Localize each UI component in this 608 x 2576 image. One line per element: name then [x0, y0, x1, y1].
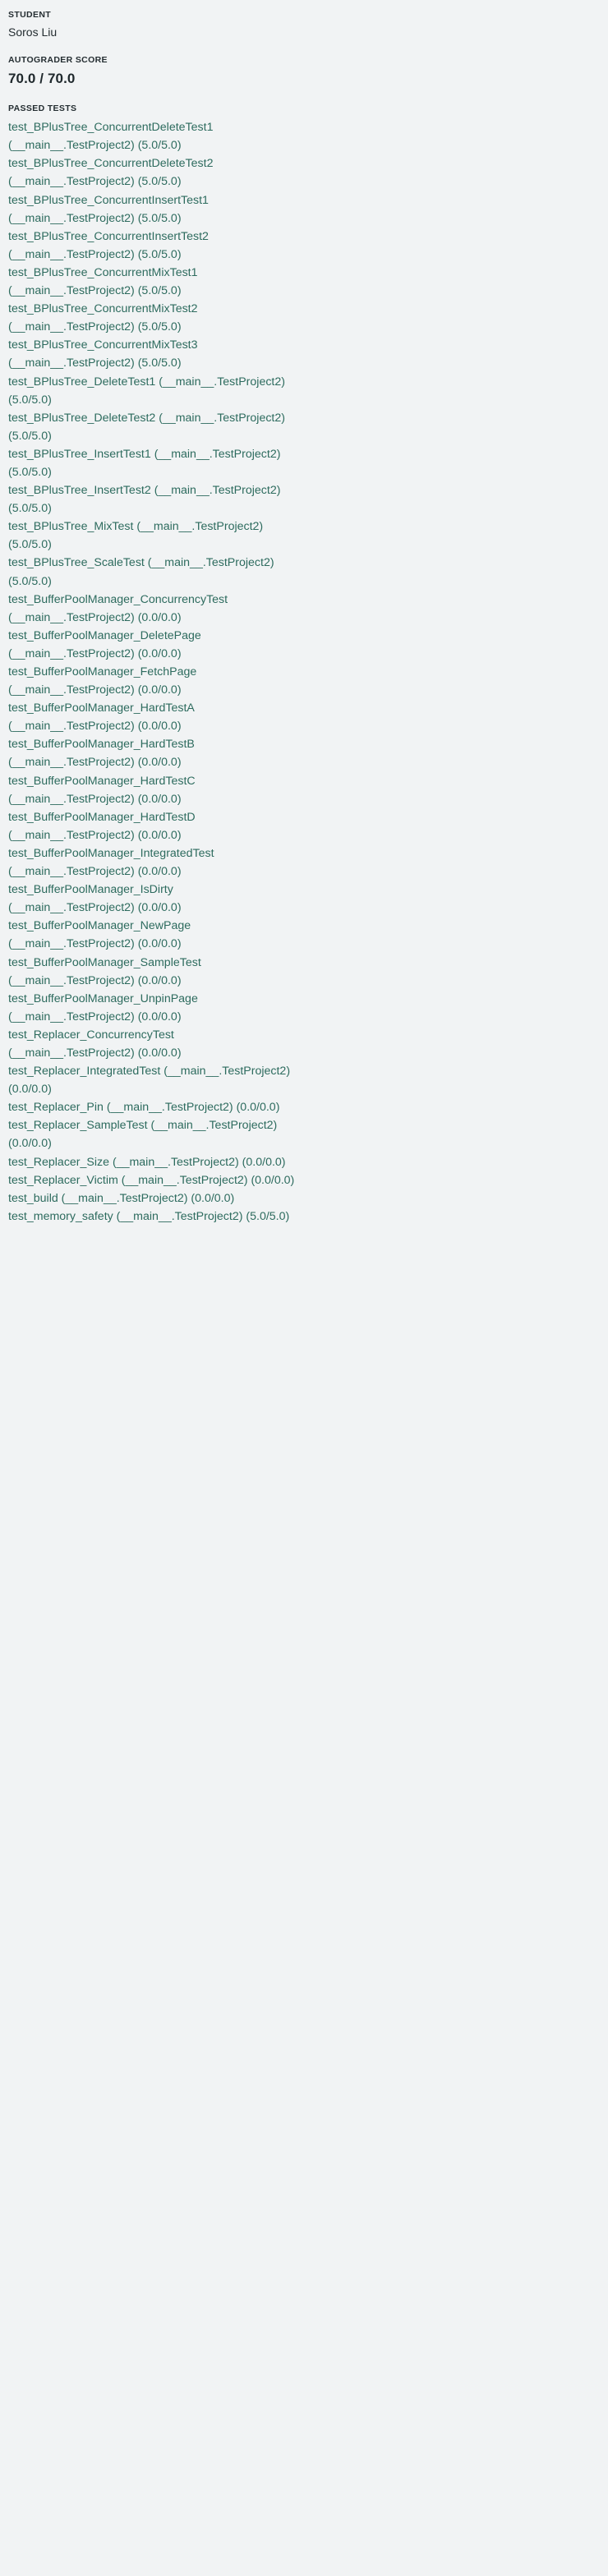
autograder-score-label: AUTOGRADER SCORE — [8, 55, 108, 66]
passed-test-item: test_Replacer_ConcurrencyTest (__main__.… — [8, 1028, 182, 1060]
passed-test-item: test_BPlusTree_ConcurrentDeleteTest1 (__… — [8, 121, 214, 153]
passed-test-item: test_memory_safety (__main__.TestProject… — [8, 1209, 290, 1223]
passed-test-item: test_BPlusTree_DeleteTest2 (__main__.Tes… — [8, 411, 285, 443]
passed-tests-label: PASSED TESTS — [8, 104, 77, 114]
passed-test-item: test_BufferPoolManager_NewPage (__main__… — [8, 919, 191, 951]
passed-test-item: test_Replacer_IntegratedTest (__main__.T… — [8, 1065, 291, 1097]
passed-test-item: test_BufferPoolManager_ConcurrencyTest (… — [8, 592, 228, 624]
autograder-results-page: STUDENT Soros Liu AUTOGRADER SCORE 70.0 … — [0, 0, 608, 2576]
student-label: STUDENT — [8, 10, 52, 20]
passed-test-item: test_BPlusTree_ConcurrentInsertTest2 (__… — [8, 229, 209, 261]
passed-test-item: test_BPlusTree_ConcurrentDeleteTest2 (__… — [8, 157, 214, 189]
autograder-score-value: 70.0 / 70.0 — [8, 70, 76, 86]
passed-test-item: test_BPlusTree_ScaleTest (__main__.TestP… — [8, 556, 274, 588]
results-content: STUDENT Soros Liu AUTOGRADER SCORE 70.0 … — [0, 0, 304, 1226]
passed-test-item: test_BufferPoolManager_HardTestB (__main… — [8, 738, 195, 770]
passed-test-item: test_BufferPoolManager_HardTestD (__main… — [8, 810, 196, 842]
passed-tests-list: test_BPlusTree_ConcurrentDeleteTest1 (__… — [8, 118, 296, 1226]
passed-test-item: test_BPlusTree_ConcurrentMixTest3 (__mai… — [8, 338, 198, 370]
passed-test-item: test_BPlusTree_ConcurrentMixTest1 (__mai… — [8, 265, 198, 298]
student-block: STUDENT Soros Liu — [8, 9, 296, 40]
passed-test-item: test_BPlusTree_ConcurrentMixTest2 (__mai… — [8, 302, 198, 334]
passed-tests-block: PASSED TESTS test_BPlusTree_ConcurrentDe… — [8, 103, 296, 1225]
passed-test-item: test_build (__main__.TestProject2) (0.0/… — [8, 1191, 235, 1205]
passed-test-item: test_BufferPoolManager_HardTestA (__main… — [8, 702, 195, 734]
passed-test-item: test_BufferPoolManager_DeletePage (__mai… — [8, 628, 201, 660]
passed-test-item: test_BPlusTree_InsertTest2 (__main__.Tes… — [8, 484, 281, 516]
passed-test-item: test_Replacer_Pin (__main__.TestProject2… — [8, 1101, 280, 1115]
passed-test-item: test_BufferPoolManager_SampleTest (__mai… — [8, 955, 201, 987]
passed-test-item: test_BufferPoolManager_IsDirty (__main__… — [8, 883, 182, 915]
passed-test-item: test_Replacer_SampleTest (__main__.TestP… — [8, 1119, 278, 1151]
passed-test-item: test_BPlusTree_DeleteTest1 (__main__.Tes… — [8, 375, 285, 407]
passed-test-item: test_BufferPoolManager_FetchPage (__main… — [8, 665, 197, 697]
passed-test-item: test_BPlusTree_InsertTest1 (__main__.Tes… — [8, 447, 281, 479]
passed-test-item: test_Replacer_Victim (__main__.TestProje… — [8, 1173, 295, 1187]
passed-test-item: test_BufferPoolManager_HardTestC (__main… — [8, 774, 196, 806]
passed-test-item: test_BufferPoolManager_UnpinPage (__main… — [8, 991, 198, 1024]
passed-test-item: test_BPlusTree_ConcurrentInsertTest1 (__… — [8, 193, 209, 225]
passed-test-item: test_BPlusTree_MixTest (__main__.TestPro… — [8, 520, 264, 552]
passed-test-item: test_Replacer_Size (__main__.TestProject… — [8, 1155, 286, 1169]
student-name: Soros Liu — [8, 25, 58, 39]
passed-test-item: test_BufferPoolManager_IntegratedTest (_… — [8, 846, 214, 879]
autograder-score-block: AUTOGRADER SCORE 70.0 / 70.0 — [8, 54, 296, 89]
